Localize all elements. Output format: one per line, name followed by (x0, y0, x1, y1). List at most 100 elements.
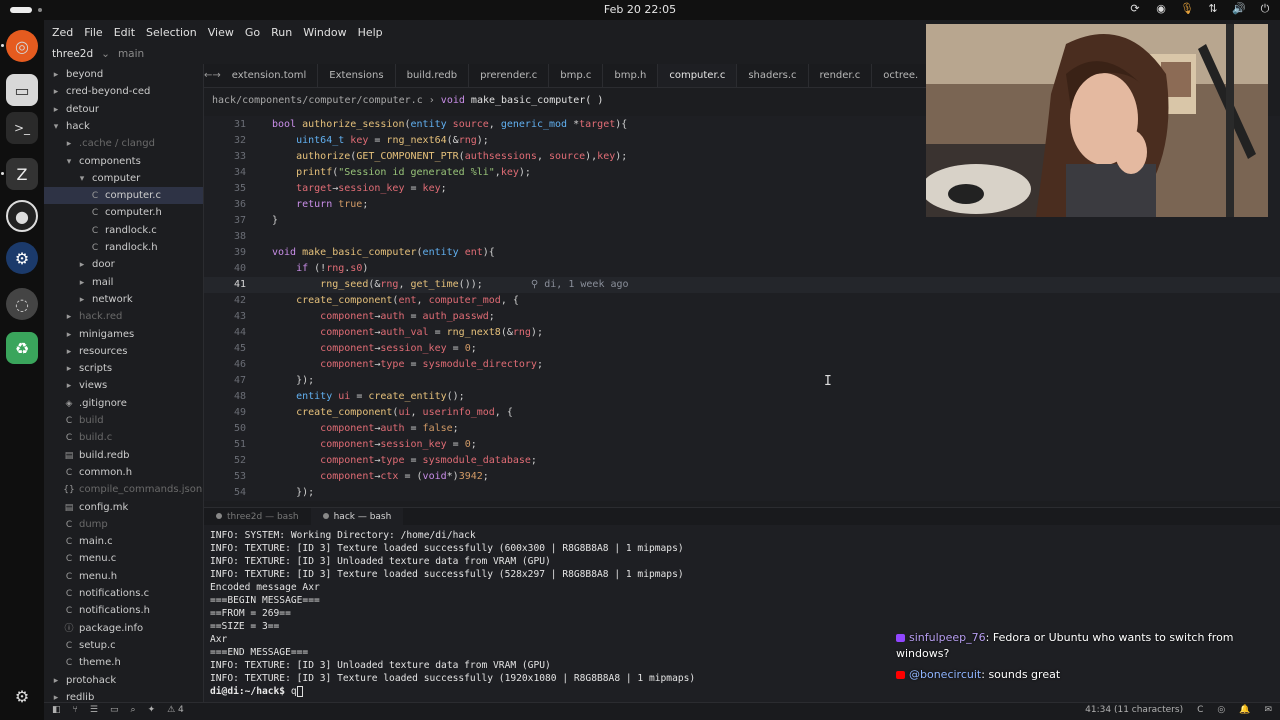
line-number[interactable]: 31 (204, 117, 246, 133)
outline-icon[interactable]: ☰ (90, 705, 98, 715)
branch-name[interactable]: main (118, 48, 144, 60)
project-tree-item[interactable]: ⓘ package.info (44, 620, 203, 637)
breadcrumb-path[interactable]: hack/components/computer/computer.c (212, 95, 423, 106)
code-line[interactable]: 45 component→session_key = 0; (204, 341, 1280, 357)
project-tree-item[interactable]: ▸ scripts (44, 360, 203, 377)
volume-icon[interactable]: 🔊 (1232, 2, 1246, 16)
disk-icon[interactable]: ◌ (6, 288, 38, 320)
line-number[interactable]: 46 (204, 357, 246, 373)
line-number[interactable]: 38 (204, 229, 246, 245)
line-number[interactable]: 48 (204, 389, 246, 405)
editor-tab[interactable]: bmp.c (549, 64, 604, 87)
line-number[interactable]: 53 (204, 469, 246, 485)
code-text[interactable]: component→auth_val = rng_next8(&rng); (272, 325, 543, 341)
line-number[interactable]: 34 (204, 165, 246, 181)
editor-tab[interactable]: octree. (872, 64, 926, 87)
editor-tab[interactable]: render.c (809, 64, 873, 87)
line-number[interactable]: 50 (204, 421, 246, 437)
code-line[interactable]: 42 create_component(ent, computer_mod, { (204, 293, 1280, 309)
terminal-icon[interactable]: >_ (6, 112, 38, 144)
editor-tab[interactable]: build.redb (396, 64, 470, 87)
project-tree-item[interactable]: ▸ beyond (44, 66, 203, 83)
code-text[interactable]: create_component(ent, computer_mod, { (272, 293, 519, 309)
code-line[interactable]: 40 if (!rng.s0) (204, 261, 1280, 277)
code-text[interactable]: component→type = sysmodule_database; (272, 453, 537, 469)
terminal-prompt-line[interactable]: di@di:~/hack$ q (210, 685, 303, 698)
project-tree-item[interactable]: ▤ build.redb (44, 447, 203, 464)
code-line[interactable]: 47 }); (204, 373, 1280, 389)
back-arrow-icon[interactable]: ← (204, 70, 212, 81)
bell-icon[interactable]: 🔔 (1239, 705, 1250, 715)
line-number[interactable]: 33 (204, 149, 246, 165)
code-text[interactable]: bool authorize_session(entity source, ge… (272, 117, 627, 133)
code-line[interactable]: 49 create_component(ui, userinfo_mod, { (204, 405, 1280, 421)
project-tree-item[interactable]: Cbuild.c (44, 429, 203, 446)
menu-item-zed[interactable]: Zed (52, 26, 73, 39)
code-line[interactable]: 43 component→auth = auth_passwd; (204, 309, 1280, 325)
editor-tab[interactable]: extension.toml (221, 64, 319, 87)
project-tree-item[interactable]: Ccommon.h (44, 464, 203, 481)
editor-tab[interactable]: computer.c (658, 64, 738, 87)
git-branch-icon[interactable]: ⑂ (73, 705, 78, 715)
line-number[interactable]: 43 (204, 309, 246, 325)
sync-icon[interactable]: ⟳ (1128, 2, 1142, 16)
line-number[interactable]: 41 (204, 277, 246, 293)
code-text[interactable]: printf("Session id generated %li",key); (272, 165, 531, 181)
code-line[interactable]: 50 component→auth = false; (204, 421, 1280, 437)
menu-item-edit[interactable]: Edit (114, 26, 135, 39)
menu-item-help[interactable]: Help (358, 26, 383, 39)
breadcrumb-return-type[interactable]: void (441, 95, 465, 106)
code-text[interactable]: authorize(GET_COMPONENT_PTR(authsessions… (272, 149, 627, 165)
code-line[interactable]: 48 entity ui = create_entity(); (204, 389, 1280, 405)
steam-icon[interactable]: ⚙ (6, 242, 38, 274)
editor-tab[interactable]: prerender.c (469, 64, 550, 87)
menu-item-window[interactable]: Window (303, 26, 346, 39)
project-tree-item[interactable]: Ctheme.h (44, 654, 203, 671)
search-icon[interactable]: ⌕ (131, 705, 136, 715)
line-number[interactable]: 47 (204, 373, 246, 389)
code-text[interactable]: component→auth = false; (272, 421, 459, 437)
code-line[interactable]: 41 rng_seed(&rng, get_time()); ⚲ di, 1 w… (204, 277, 1280, 293)
project-tree-item[interactable]: ▸ mail (44, 274, 203, 291)
code-text[interactable]: if (!rng.s0) (272, 261, 368, 277)
code-text[interactable]: target→session_key = key; (272, 181, 447, 197)
line-number[interactable]: 52 (204, 453, 246, 469)
trash-icon[interactable]: ♻ (6, 332, 38, 364)
forward-arrow-icon[interactable]: → (212, 70, 220, 81)
code-text[interactable]: void make_basic_computer(entity ent){ (272, 245, 495, 261)
firefox-icon[interactable]: ◎ (6, 30, 38, 62)
project-tree-item[interactable]: Cmenu.h (44, 568, 203, 585)
vpn-icon[interactable]: ◉ (1154, 2, 1168, 16)
project-tree-item[interactable]: Cnotifications.h (44, 602, 203, 619)
project-tree-item[interactable]: Cbuild (44, 412, 203, 429)
project-tree-item[interactable]: ▸ hack.red (44, 308, 203, 325)
project-tree-item[interactable]: Crandlock.c (44, 222, 203, 239)
obs-icon[interactable]: ● (6, 200, 38, 232)
project-tree-item[interactable]: ▾ hack (44, 118, 203, 135)
line-number[interactable]: 36 (204, 197, 246, 213)
code-line[interactable]: 52 component→type = sysmodule_database; (204, 453, 1280, 469)
line-number[interactable]: 37 (204, 213, 246, 229)
code-text[interactable]: component→session_key = 0; (272, 437, 477, 453)
copilot-icon[interactable]: ◎ (1217, 705, 1225, 715)
project-tree-item[interactable]: ▸ network (44, 291, 203, 308)
line-number[interactable]: 51 (204, 437, 246, 453)
language-selector[interactable]: C (1197, 705, 1203, 715)
cursor-position[interactable]: 41:34 (11 characters) (1085, 705, 1183, 715)
code-text[interactable]: rng_seed(&rng, get_time()); ⚲ di, 1 week… (272, 277, 628, 293)
project-tree-item[interactable]: ▸ cred-beyond-ced (44, 83, 203, 100)
code-line[interactable]: 46 component→type = sysmodule_directory; (204, 357, 1280, 373)
project-tree-item[interactable]: {} compile_commands.json (44, 481, 203, 498)
code-text[interactable]: return true; (272, 197, 368, 213)
breadcrumb[interactable]: hack/components/computer/computer.c › vo… (204, 88, 926, 114)
code-line[interactable]: 44 component→auth_val = rng_next8(&rng); (204, 325, 1280, 341)
code-text[interactable]: }); (272, 373, 314, 389)
code-text[interactable]: entity ui = create_entity(); (272, 389, 465, 405)
project-tree-item[interactable]: ▸ .cache / clangd (44, 135, 203, 152)
menu-item-view[interactable]: View (208, 26, 234, 39)
project-tree-item[interactable]: ▸ detour (44, 101, 203, 118)
line-number[interactable]: 45 (204, 341, 246, 357)
project-tree-item[interactable]: ▸ views (44, 377, 203, 394)
code-text[interactable]: } (272, 213, 278, 229)
project-tree-item[interactable]: Cdump (44, 516, 203, 533)
